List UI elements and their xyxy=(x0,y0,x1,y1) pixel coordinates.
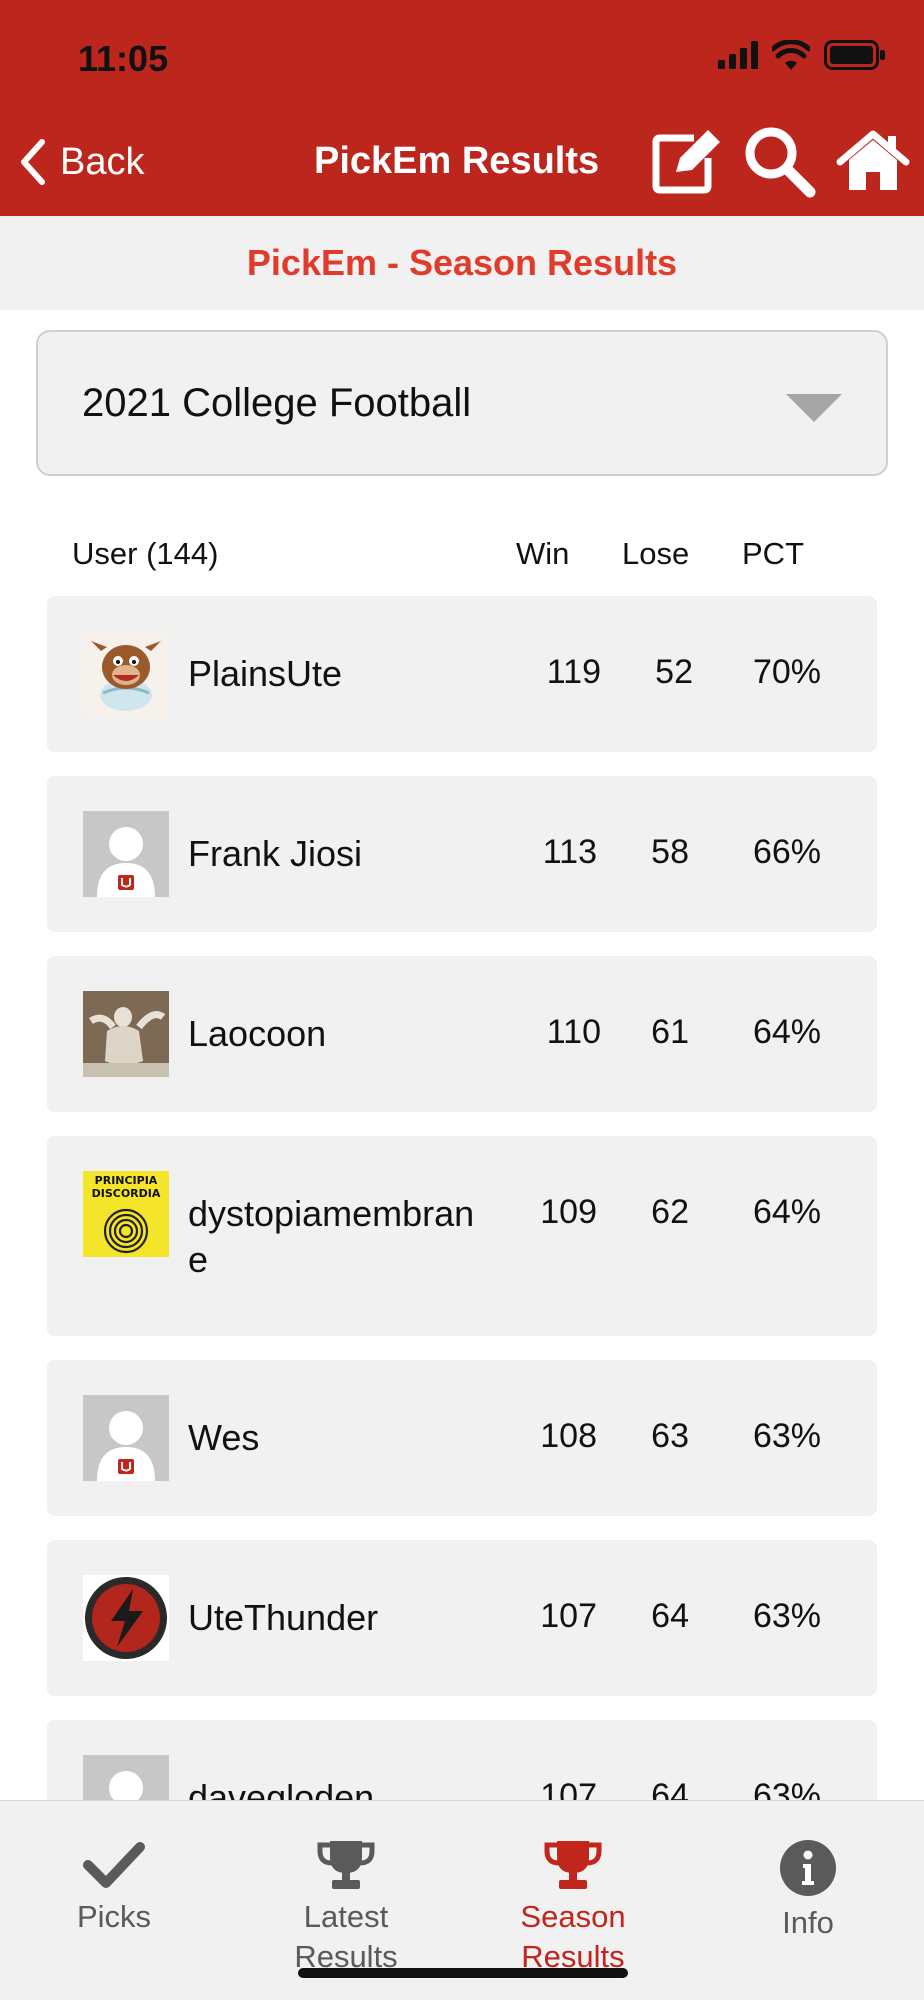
nav-actions xyxy=(650,124,910,198)
win-count: 107 xyxy=(540,1597,597,1635)
results-list[interactable]: PlainsUte 119 52 70% Frank Jiosi 113 58 … xyxy=(0,596,924,1800)
win-pct: 66% xyxy=(752,833,821,871)
info-icon xyxy=(780,1840,836,1896)
lose-count: 58 xyxy=(651,833,689,871)
season-dropdown-value: 2021 College Football xyxy=(82,380,472,425)
column-header-pct: PCT xyxy=(742,536,804,571)
win-pct: 63% xyxy=(752,1597,821,1635)
cartoon-devil-avatar xyxy=(83,631,169,717)
default-user-avatar xyxy=(83,1395,169,1481)
win-pct: 63% xyxy=(752,1777,821,1800)
lose-count: 52 xyxy=(655,653,693,691)
back-label: Back xyxy=(60,140,145,183)
user-name: Laocoon xyxy=(188,1013,327,1054)
section-header: PickEm - Season Results xyxy=(0,216,924,310)
lose-count: 64 xyxy=(651,1777,689,1800)
search-icon[interactable] xyxy=(742,124,816,198)
section-title: PickEm - Season Results xyxy=(246,242,678,283)
home-icon[interactable] xyxy=(836,130,910,192)
win-count: 109 xyxy=(540,1193,597,1231)
season-dropdown[interactable]: 2021 College Football xyxy=(36,330,888,476)
lose-count: 63 xyxy=(651,1417,689,1455)
app-header: 11:05 Back PickEm Results xyxy=(0,0,924,216)
default-user-avatar xyxy=(83,1755,169,1800)
lose-count: 61 xyxy=(651,1013,689,1051)
chevron-down-icon xyxy=(786,394,842,422)
column-header-lose: Lose xyxy=(622,536,690,571)
chevron-left-icon xyxy=(21,139,45,185)
user-name: davegloden xyxy=(188,1777,375,1800)
page-title: PickEm Results xyxy=(314,140,600,182)
table-row[interactable]: Wes 108 63 63% xyxy=(47,1360,877,1516)
table-row[interactable]: PlainsUte 119 52 70% xyxy=(47,596,877,752)
default-user-avatar xyxy=(83,811,169,897)
table-row[interactable]: PRINCIPIA DISCORDIA dystopiamembrane 109… xyxy=(47,1136,877,1336)
tab-label: Season Results xyxy=(520,1899,626,1974)
table-header: User (144) Win Lose PCT xyxy=(0,536,924,576)
lose-count: 62 xyxy=(651,1193,689,1231)
user-name: dystopiamembrane xyxy=(188,1193,475,1280)
back-button[interactable]: Back xyxy=(18,138,144,186)
lightning-emblem-avatar xyxy=(83,1575,169,1661)
table-row[interactable]: Frank Jiosi 113 58 66% xyxy=(47,776,877,932)
tab-picks[interactable]: Picks xyxy=(56,1839,172,1937)
column-header-win: Win xyxy=(516,536,570,571)
trophy-icon xyxy=(317,1841,375,1889)
win-count: 110 xyxy=(546,1013,601,1051)
cellular-signal-icon xyxy=(718,41,758,69)
status-icons xyxy=(718,40,886,70)
lose-count: 64 xyxy=(651,1597,689,1635)
win-count: 108 xyxy=(540,1417,597,1455)
tab-label: Picks xyxy=(76,1899,152,1934)
win-count: 119 xyxy=(546,653,601,691)
tab-label: Info xyxy=(782,1905,834,1940)
tab-label: Latest Results xyxy=(294,1899,398,1974)
avatar-caption: PRINCIPIA DISCORDIA xyxy=(91,1174,161,1200)
win-pct: 64% xyxy=(752,1193,821,1231)
win-count: 107 xyxy=(540,1777,597,1800)
battery-icon xyxy=(824,40,885,70)
tab-season-results[interactable]: Season Results xyxy=(500,1839,646,1977)
status-time: 11:05 xyxy=(78,38,169,79)
trophy-icon xyxy=(544,1841,602,1889)
win-pct: 63% xyxy=(752,1417,821,1455)
principia-discordia-avatar: PRINCIPIA DISCORDIA xyxy=(83,1171,169,1257)
user-name: UteThunder xyxy=(188,1597,379,1638)
wifi-icon xyxy=(772,40,810,70)
column-header-user: User (144) xyxy=(72,536,219,571)
user-name: Frank Jiosi xyxy=(188,833,363,874)
win-pct: 64% xyxy=(752,1013,821,1051)
win-pct: 70% xyxy=(752,653,821,691)
table-row[interactable]: davegloden 107 64 63% xyxy=(47,1720,877,1800)
table-row[interactable]: Laocoon 110 61 64% xyxy=(47,956,877,1112)
table-row[interactable]: UteThunder 107 64 63% xyxy=(47,1540,877,1696)
user-name: PlainsUte xyxy=(188,653,343,694)
home-indicator[interactable] xyxy=(298,1968,628,1978)
win-count: 113 xyxy=(542,833,597,871)
user-name: Wes xyxy=(188,1417,260,1458)
statue-avatar xyxy=(83,991,169,1077)
checkmark-icon xyxy=(83,1842,145,1888)
tab-latest-results[interactable]: Latest Results xyxy=(270,1839,422,1977)
edit-icon[interactable] xyxy=(650,128,722,194)
tab-info[interactable]: Info xyxy=(766,1839,850,1943)
